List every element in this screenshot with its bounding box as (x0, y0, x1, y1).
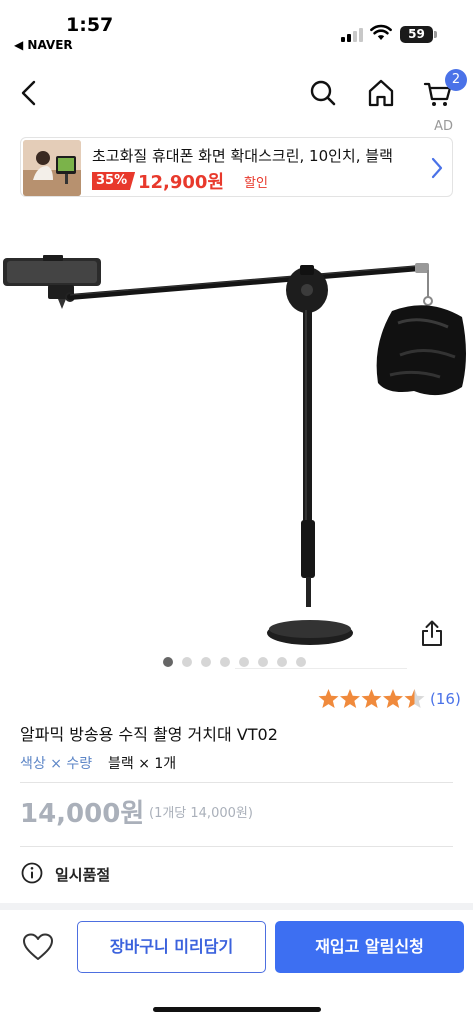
home-icon[interactable] (364, 76, 398, 110)
option-value: 블랙 × 1개 (108, 756, 177, 772)
search-icon[interactable] (306, 76, 340, 110)
rating-star (383, 689, 403, 708)
status-time: 1:57 (66, 14, 114, 36)
heart-icon[interactable] (22, 932, 54, 962)
add-to-cart-button[interactable]: 장바구니 미리담기 (77, 921, 266, 973)
image-divider (235, 668, 407, 669)
cellular-signal-icon (341, 28, 363, 42)
product-image[interactable] (0, 205, 473, 645)
ad-sale-tag: 할인 (244, 176, 268, 191)
section-separator (0, 903, 473, 910)
restock-alert-button[interactable]: 재입고 알림신청 (275, 921, 464, 973)
ad-title: 초고화질 휴대폰 화면 확대스크린, 10인치, 블랙 (92, 147, 393, 165)
rating-star (361, 689, 382, 708)
ad-discount-badge: 35% (92, 172, 136, 190)
back-to-app-link[interactable]: ◀ NAVER (14, 38, 73, 52)
pager-dot[interactable] (182, 657, 192, 667)
option-label: 색상 × 수량 (20, 756, 93, 772)
ad-thumbnail-image (23, 140, 81, 196)
pager-dot[interactable] (201, 657, 211, 667)
unit-price: (1개당 14,000원) (149, 806, 253, 821)
rating-stars-icon (318, 689, 425, 708)
top-navigation (0, 62, 473, 122)
cart-count-badge: 2 (445, 69, 467, 91)
home-indicator[interactable] (153, 1007, 321, 1012)
pager-dot[interactable] (220, 657, 230, 667)
battery-tip (434, 31, 437, 38)
ad-banner[interactable]: 초고화질 휴대폰 화면 확대스크린, 10인치, 블랙 35% 12,900원 … (20, 137, 453, 197)
divider (20, 782, 453, 783)
rating-star (404, 689, 425, 708)
ad-price: 12,900원 (138, 172, 225, 193)
back-arrow-icon[interactable] (14, 76, 48, 110)
sold-out-status: 일시품절 (55, 866, 111, 884)
pager-dot[interactable] (163, 657, 173, 667)
divider (20, 846, 453, 847)
pager-dot[interactable] (239, 657, 249, 667)
rating-star (318, 689, 339, 708)
pager-dot[interactable] (296, 657, 306, 667)
rating-star (340, 689, 360, 708)
product-price: 14,000원 (20, 799, 145, 829)
battery-indicator: 59 (400, 26, 433, 43)
review-count-link[interactable]: (16) (430, 690, 461, 708)
pager-dot[interactable] (258, 657, 268, 667)
ad-label: AD (434, 119, 453, 134)
info-icon (21, 862, 43, 884)
wifi-icon (370, 24, 392, 40)
chevron-right-icon (431, 157, 443, 179)
pager-dot[interactable] (277, 657, 287, 667)
share-icon[interactable] (420, 619, 444, 647)
product-title: 알파믹 방송용 수직 촬영 거치대 VT02 (20, 725, 278, 744)
status-bar: 1:57 ◀ NAVER 59 (0, 0, 473, 58)
